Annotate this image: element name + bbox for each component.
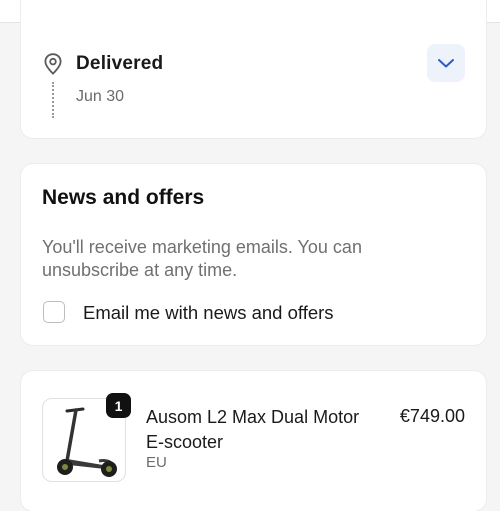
quantity-badge: 1 — [106, 393, 131, 418]
delivery-status-title: Delivered — [76, 53, 164, 74]
map-pin-icon — [44, 53, 62, 75]
news-offers-card: News and offers You'll receive marketing… — [21, 164, 486, 345]
order-summary-card: 1 Ausom L2 Max Dual Motor E-scooter EU €… — [21, 371, 486, 511]
news-offers-description: You'll receive marketing emails. You can… — [42, 237, 362, 280]
product-price: €749.00 — [399, 406, 465, 426]
timeline-dotted-line — [52, 82, 54, 118]
delivery-status-card: Delivered Jun 30 — [21, 0, 486, 138]
product-name: Ausom L2 Max Dual Motor E-scooter — [146, 407, 360, 452]
delivery-date: Jun 30 — [76, 88, 125, 105]
news-offers-checkbox-label[interactable]: Email me with news and offers — [83, 302, 334, 324]
chevron-down-icon — [438, 59, 454, 68]
expand-delivery-button[interactable] — [427, 44, 465, 82]
product-variant: EU — [146, 454, 167, 471]
news-offers-heading: News and offers — [42, 186, 205, 209]
news-offers-checkbox[interactable] — [43, 301, 65, 323]
